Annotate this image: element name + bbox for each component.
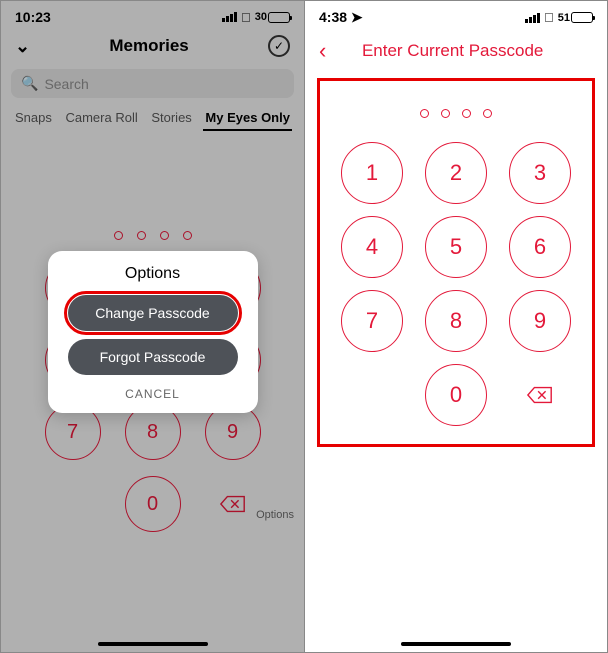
key-4[interactable]: 4 <box>341 216 403 278</box>
wifi-icon: 􀙇 <box>544 10 554 25</box>
key-3[interactable]: 3 <box>509 142 571 204</box>
right-screenshot: 4:38 ➤ 􀙇 51 ‹ Enter Current Passcode 1 2 <box>304 1 607 652</box>
back-chevron-icon[interactable]: ‹ <box>319 38 326 64</box>
signal-icon <box>525 13 540 23</box>
passcode-keypad: 1 2 3 4 5 6 7 8 9 0 <box>328 142 584 426</box>
change-passcode-button[interactable]: Change Passcode <box>68 295 238 331</box>
key-6[interactable]: 6 <box>509 216 571 278</box>
passcode-header: ‹ Enter Current Passcode <box>305 28 607 74</box>
key-8[interactable]: 8 <box>425 290 487 352</box>
modal-title: Options <box>60 265 246 283</box>
status-bar: 4:38 ➤ 􀙇 51 <box>305 1 607 28</box>
key-7[interactable]: 7 <box>341 290 403 352</box>
forgot-passcode-button[interactable]: Forgot Passcode <box>68 339 238 375</box>
home-indicator[interactable] <box>401 642 511 646</box>
passcode-dots <box>328 109 584 118</box>
key-2[interactable]: 2 <box>425 142 487 204</box>
key-0[interactable]: 0 <box>425 364 487 426</box>
key-blank <box>341 364 403 426</box>
key-9[interactable]: 9 <box>509 290 571 352</box>
cancel-button[interactable]: CANCEL <box>125 387 180 401</box>
battery-icon: 51 <box>558 12 593 24</box>
key-5[interactable]: 5 <box>425 216 487 278</box>
left-screenshot: 10:23 􀙇 30 ⌄ Memories ✓ 🔍 Search Snaps C… <box>1 1 304 652</box>
page-title: Enter Current Passcode <box>326 41 593 61</box>
status-time: 4:38 ➤ <box>319 9 363 26</box>
home-indicator[interactable] <box>98 642 208 646</box>
highlight-box: 1 2 3 4 5 6 7 8 9 0 <box>317 78 595 447</box>
key-1[interactable]: 1 <box>341 142 403 204</box>
backspace-icon[interactable] <box>509 364 571 426</box>
options-modal: Options Change Passcode Forgot Passcode … <box>48 251 258 413</box>
location-icon: ➤ <box>351 9 363 25</box>
